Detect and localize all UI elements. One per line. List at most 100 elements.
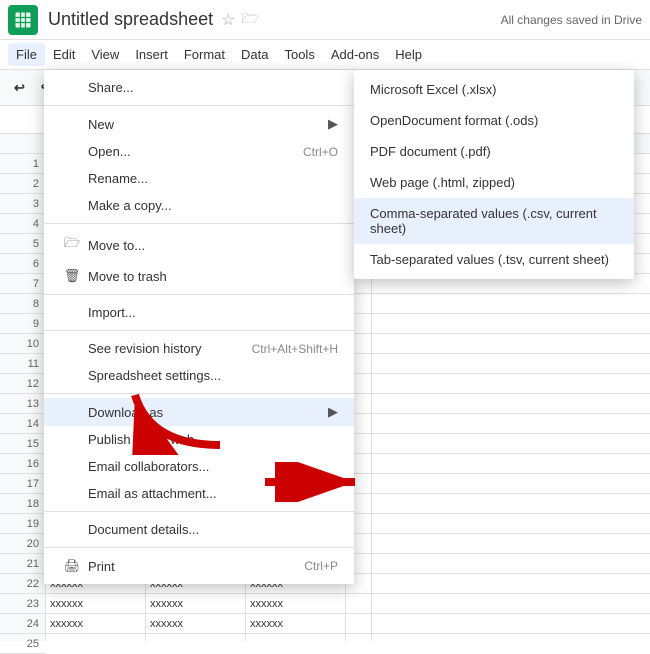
- cell-25-1[interactable]: xxxxxx: [146, 634, 246, 641]
- undo-btn[interactable]: ↩: [8, 78, 31, 98]
- row-20-header: 20: [0, 534, 45, 554]
- menu-settings[interactable]: Spreadsheet settings...: [44, 362, 354, 389]
- menu-doc-details-label: Document details...: [88, 522, 199, 537]
- folder-icon[interactable]: 🗁: [241, 8, 258, 32]
- menu-download[interactable]: Download as ▶: [44, 398, 354, 426]
- menu-download-label: Download as: [88, 405, 163, 420]
- divider-3: [44, 294, 354, 295]
- download-pdf[interactable]: PDF document (.pdf): [354, 136, 634, 167]
- menu-settings-label: Spreadsheet settings...: [88, 368, 221, 383]
- grid-row-25: xxxxxxxxxxxxxxxxxx: [46, 634, 650, 641]
- download-tsv[interactable]: Tab-separated values (.tsv, current shee…: [354, 244, 634, 275]
- row-1-header: 1: [0, 154, 45, 174]
- menu-email-attach[interactable]: Email as attachment...: [44, 480, 354, 507]
- menu-share-label: Share...: [88, 80, 134, 95]
- grid-row-23: xxxxxxxxxxxxxxxxxx: [46, 594, 650, 614]
- row-headers: 1 2 3 4 5 6 7 8 9 10 11 12 13 14 15 16 1…: [0, 134, 46, 641]
- menu-move-to-label: Move to...: [88, 238, 145, 253]
- cell-25-0[interactable]: xxxxxx: [46, 634, 146, 641]
- download-xlsx[interactable]: Microsoft Excel (.xlsx): [354, 74, 634, 105]
- cell-24-0[interactable]: xxxxxx: [46, 614, 146, 633]
- menu-make-copy[interactable]: Make a copy...: [44, 192, 354, 219]
- row-13-header: 13: [0, 394, 45, 414]
- file-menu-dropdown: Share... New ▶ Open... Ctrl+O Rename... …: [44, 70, 354, 584]
- row-25-header: 25: [0, 634, 45, 654]
- row-2-header: 2: [0, 174, 45, 194]
- download-ods[interactable]: OpenDocument format (.ods): [354, 105, 634, 136]
- menu-data[interactable]: Data: [233, 43, 276, 66]
- download-pdf-label: PDF document (.pdf): [370, 144, 491, 159]
- menu-help[interactable]: Help: [387, 43, 430, 66]
- download-html[interactable]: Web page (.html, zipped): [354, 167, 634, 198]
- row-9-header: 9: [0, 314, 45, 334]
- top-bar: Untitled spreadsheet ☆ 🗁 All changes sav…: [0, 0, 650, 40]
- cell-23-0[interactable]: xxxxxx: [46, 594, 146, 613]
- divider-2: [44, 223, 354, 224]
- row-21-header: 21: [0, 554, 45, 574]
- menu-move-trash-label: Move to trash: [88, 269, 167, 284]
- menu-view[interactable]: View: [83, 43, 127, 66]
- menu-publish[interactable]: Publish to the web...: [44, 426, 354, 453]
- divider-7: [44, 547, 354, 548]
- menu-revision[interactable]: See revision history Ctrl+Alt+Shift+H: [44, 335, 354, 362]
- cell-23-2[interactable]: xxxxxx: [246, 594, 346, 613]
- row-22-header: 22: [0, 574, 45, 594]
- menu-tools[interactable]: Tools: [276, 43, 322, 66]
- menu-publish-label: Publish to the web...: [88, 432, 205, 447]
- row-7-header: 7: [0, 274, 45, 294]
- cell-24-1[interactable]: xxxxxx: [146, 614, 246, 633]
- menu-share[interactable]: Share...: [44, 74, 354, 101]
- cell-25-2[interactable]: xxxxxx: [246, 634, 346, 641]
- divider-6: [44, 511, 354, 512]
- cell-23-1[interactable]: xxxxxx: [146, 594, 246, 613]
- cell-24-3[interactable]: [346, 614, 372, 633]
- star-icon[interactable]: ☆: [221, 10, 235, 30]
- row-10-header: 10: [0, 334, 45, 354]
- new-arrow: ▶: [328, 116, 338, 132]
- menu-rename-label: Rename...: [88, 171, 148, 186]
- menu-open-label: Open...: [88, 144, 131, 159]
- save-status: All changes saved in Drive: [501, 13, 642, 27]
- menu-addons[interactable]: Add-ons: [323, 43, 387, 66]
- row-24-header: 24: [0, 614, 45, 634]
- row-3-header: 3: [0, 194, 45, 214]
- menu-make-copy-label: Make a copy...: [88, 198, 172, 213]
- menu-revision-label: See revision history: [88, 341, 201, 356]
- row-23-header: 23: [0, 594, 45, 614]
- download-xlsx-label: Microsoft Excel (.xlsx): [370, 82, 496, 97]
- menu-rename[interactable]: Rename...: [44, 165, 354, 192]
- menu-import[interactable]: Import...: [44, 299, 354, 326]
- menu-new[interactable]: New ▶: [44, 110, 354, 138]
- cell-24-2[interactable]: xxxxxx: [246, 614, 346, 633]
- menu-new-label: New: [88, 117, 114, 132]
- download-arrow: ▶: [328, 404, 338, 420]
- document-title[interactable]: Untitled spreadsheet: [48, 9, 213, 30]
- app-icon: [8, 5, 38, 35]
- menu-open[interactable]: Open... Ctrl+O: [44, 138, 354, 165]
- revision-shortcut: Ctrl+Alt+Shift+H: [252, 342, 338, 356]
- row-6-header: 6: [0, 254, 45, 274]
- row-17-header: 17: [0, 474, 45, 494]
- download-csv[interactable]: Comma-separated values (.csv, current sh…: [354, 198, 634, 244]
- grid-row-24: xxxxxxxxxxxxxxxxxx: [46, 614, 650, 634]
- cell-25-3[interactable]: [346, 634, 372, 641]
- move-folder-icon: 🗁: [60, 234, 84, 256]
- menu-doc-details[interactable]: Document details...: [44, 516, 354, 543]
- cell-23-3[interactable]: [346, 594, 372, 613]
- menu-insert[interactable]: Insert: [127, 43, 176, 66]
- menu-print[interactable]: 🖨 Print Ctrl+P: [44, 552, 354, 580]
- menu-email-attach-label: Email as attachment...: [88, 486, 217, 501]
- row-5-header: 5: [0, 234, 45, 254]
- menu-move-to[interactable]: 🗁 Move to...: [44, 228, 354, 262]
- download-html-label: Web page (.html, zipped): [370, 175, 515, 190]
- row-14-header: 14: [0, 414, 45, 434]
- download-csv-label: Comma-separated values (.csv, current sh…: [370, 206, 618, 236]
- menu-format[interactable]: Format: [176, 43, 233, 66]
- divider-4: [44, 330, 354, 331]
- divider-1: [44, 105, 354, 106]
- menu-file[interactable]: File: [8, 43, 45, 66]
- menu-move-trash[interactable]: 🗑 Move to trash: [44, 262, 354, 290]
- menu-collaborators[interactable]: Email collaborators...: [44, 453, 354, 480]
- menu-edit[interactable]: Edit: [45, 43, 83, 66]
- row-11-header: 11: [0, 354, 45, 374]
